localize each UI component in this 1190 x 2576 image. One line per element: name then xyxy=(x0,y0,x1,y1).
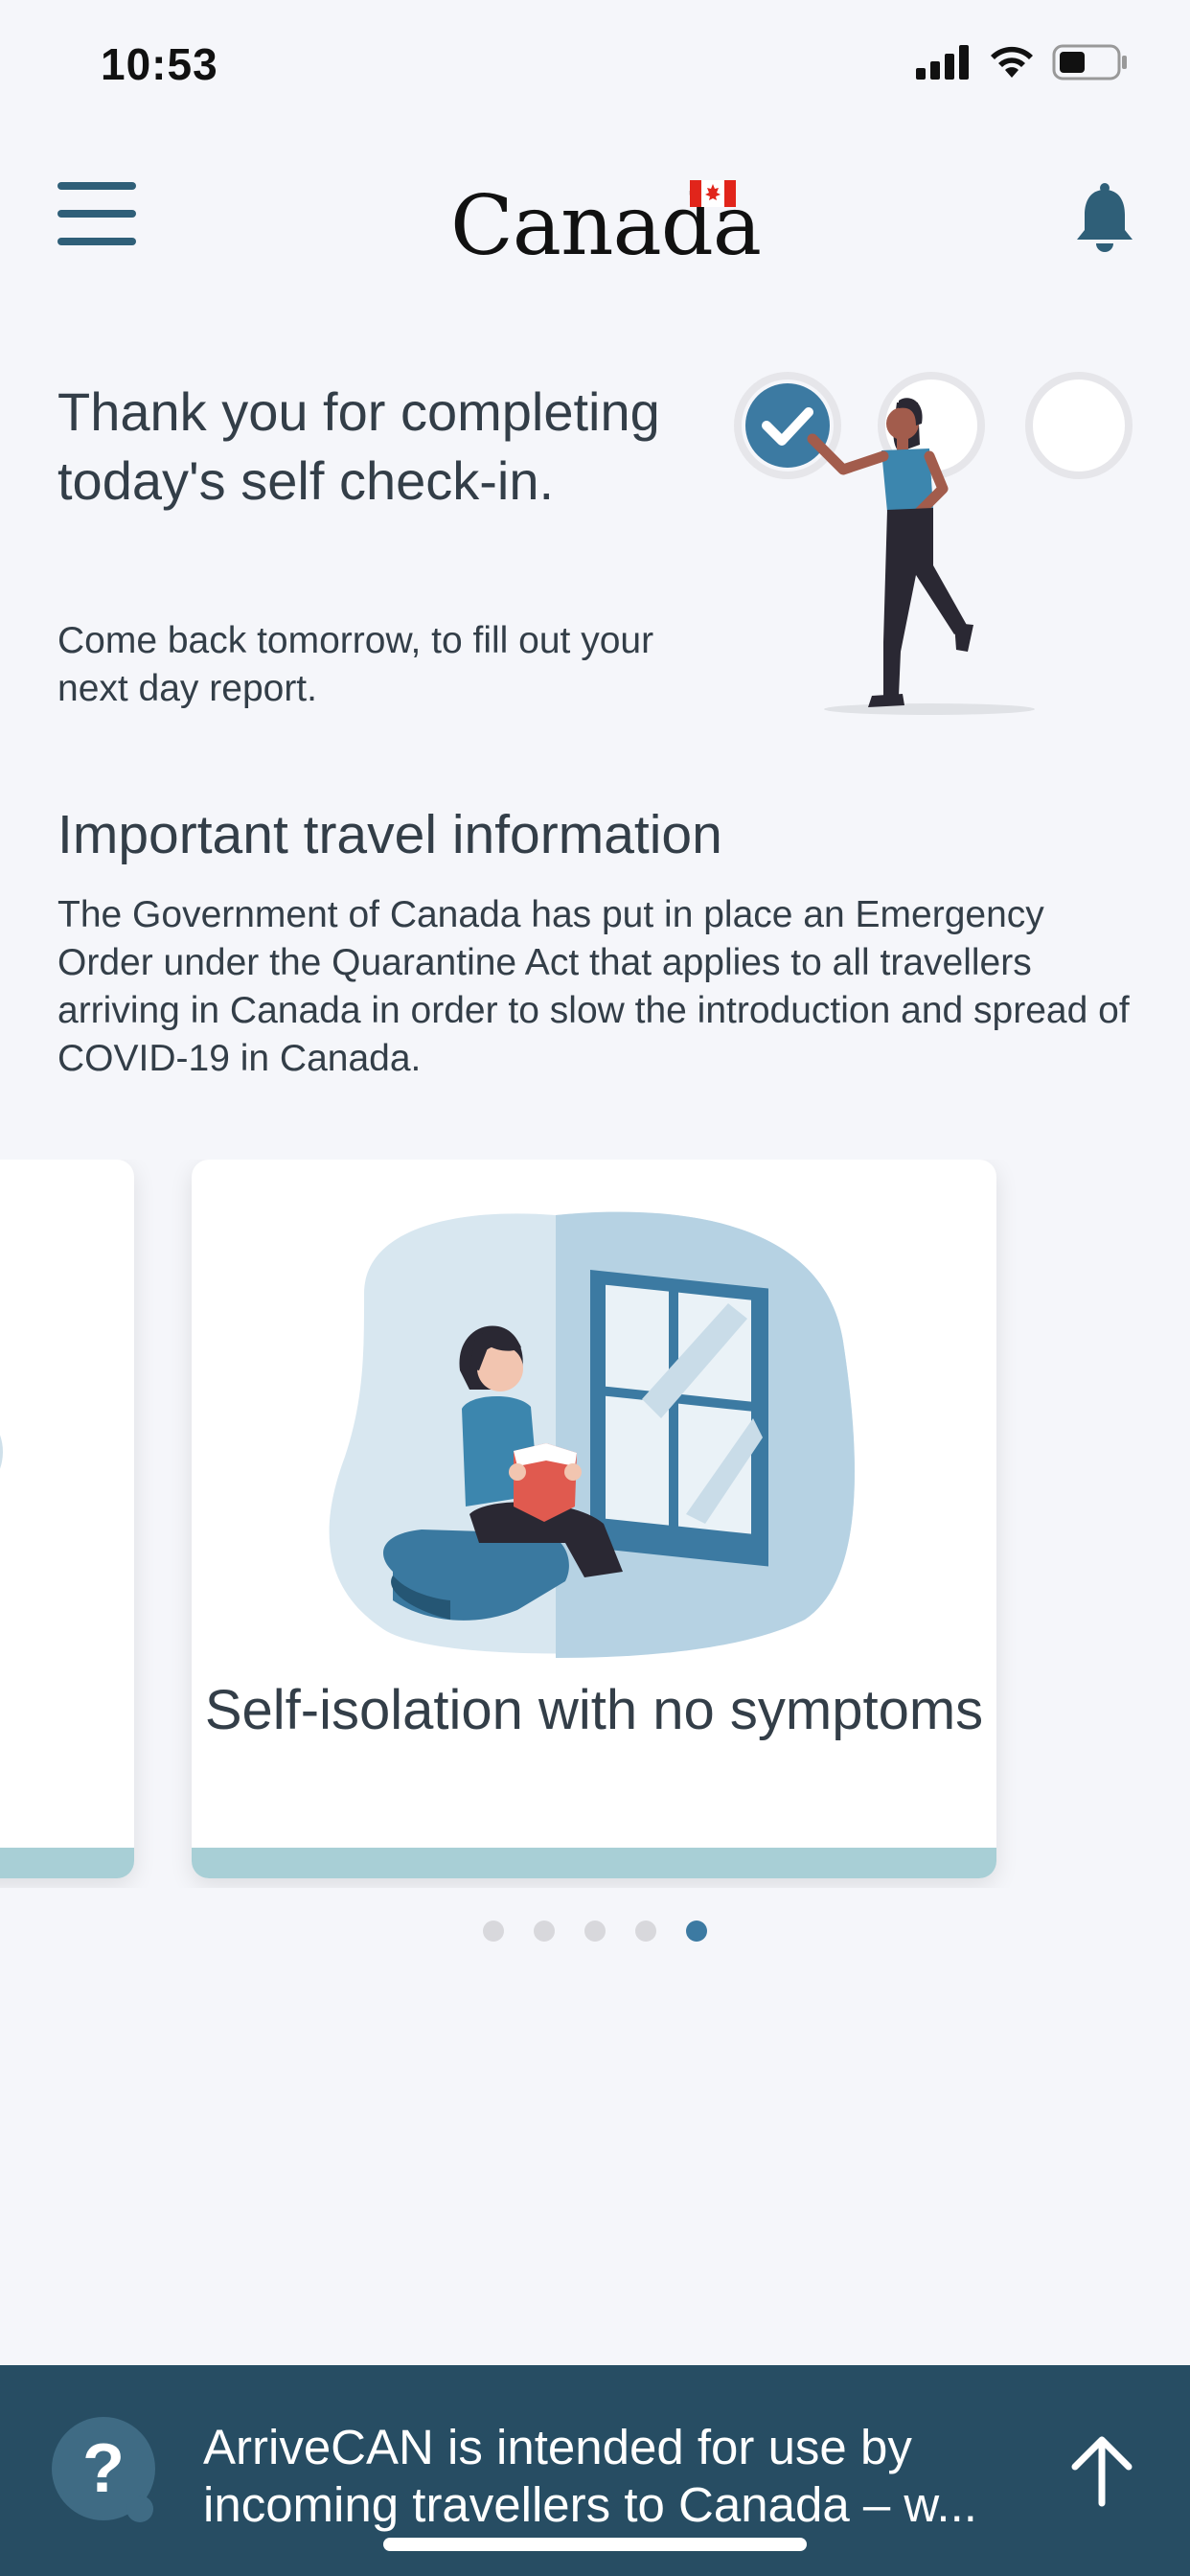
pager-dot[interactable] xyxy=(534,1920,555,1942)
help-button[interactable]: ? xyxy=(50,2415,165,2530)
status-bar: 10:53 xyxy=(0,0,1190,134)
app-header: Canada xyxy=(0,153,1190,278)
pager-dot[interactable] xyxy=(635,1920,656,1942)
signal-bars-icon xyxy=(916,45,969,80)
checkin-subtitle: Come back tomorrow, to fill out your nex… xyxy=(57,620,654,709)
expand-footer-button[interactable] xyxy=(1064,2432,1140,2509)
travel-info-body: The Government of Canada has put in plac… xyxy=(57,894,1130,1079)
travel-info-title: Important travel information xyxy=(57,804,722,865)
info-carousel[interactable]: Self-isolation with no symptoms xyxy=(0,1160,1190,1888)
card-accent-stripe xyxy=(192,1848,996,1878)
card-accent-stripe xyxy=(0,1848,134,1878)
card-title: Self-isolation with no symptoms xyxy=(204,1679,984,1741)
previous-card-illustration xyxy=(0,1435,3,1469)
bell-icon xyxy=(1077,183,1133,252)
footer-message: ArriveCAN is intended for use by incomin… xyxy=(203,2420,977,2532)
wifi-icon xyxy=(991,46,1033,78)
canada-flag-icon xyxy=(690,180,736,207)
menu-button[interactable] xyxy=(57,182,136,245)
hamburger-menu-icon xyxy=(57,182,136,245)
progress-step-3-icon xyxy=(1025,372,1133,479)
carousel-card-previous[interactable] xyxy=(0,1160,134,1878)
window-icon xyxy=(590,1270,768,1567)
canada-wordmark: Canada xyxy=(450,171,762,274)
self-isolation-illustration xyxy=(329,1211,855,1658)
pager-dot-active[interactable] xyxy=(686,1920,707,1942)
home-indicator xyxy=(383,2538,807,2551)
pager-dot[interactable] xyxy=(483,1920,504,1942)
help-question-icon: ? xyxy=(52,2417,155,2522)
svg-text:?: ? xyxy=(82,2430,125,2507)
carousel-pager xyxy=(0,1917,1190,1945)
progress-step-1-icon xyxy=(734,372,841,479)
carousel-card-self-isolation[interactable]: Self-isolation with no symptoms xyxy=(192,1160,996,1878)
checkin-complete-section: Thank you for completing today's self ch… xyxy=(0,364,1190,748)
status-time: 10:53 xyxy=(101,39,218,89)
status-icons xyxy=(916,44,1129,80)
arrow-up-icon xyxy=(1071,2436,1133,2507)
checkin-title: Thank you for completing today's self ch… xyxy=(57,381,660,511)
notifications-button[interactable] xyxy=(1071,182,1138,255)
checkin-progress-illustration xyxy=(734,372,1133,715)
battery-icon xyxy=(1052,44,1127,80)
pager-dot[interactable] xyxy=(584,1920,606,1942)
